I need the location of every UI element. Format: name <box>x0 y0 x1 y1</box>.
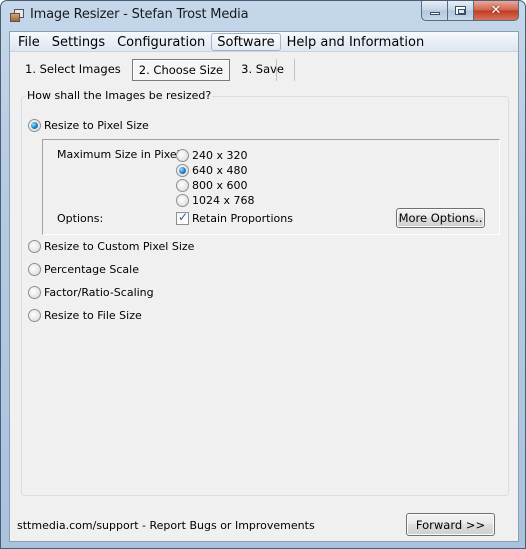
group-legend: How shall the Images be resized? <box>26 89 213 102</box>
size-option-640x480[interactable]: 640 x 480 <box>176 164 248 177</box>
size-label: 240 x 320 <box>192 149 248 162</box>
more-options-button[interactable]: More Options.. <box>396 208 485 228</box>
app-icon <box>9 8 25 23</box>
caption-buttons: ✕ <box>421 1 519 21</box>
maximize-icon <box>455 6 466 15</box>
radio-icon[interactable] <box>28 240 41 253</box>
client-area: File Settings Configuration Software Hel… <box>9 31 519 542</box>
forward-button[interactable]: Forward >> <box>406 513 495 536</box>
pixel-size-panel: Maximum Size in Pixels: 240 x 320 640 x … <box>42 139 500 235</box>
tab-choose-size[interactable]: 2. Choose Size <box>131 59 231 81</box>
minimize-icon <box>429 12 440 15</box>
close-icon: ✕ <box>490 3 502 18</box>
menu-configuration[interactable]: Configuration <box>111 33 211 51</box>
size-option-800x600[interactable]: 800 x 600 <box>176 179 248 192</box>
mode-pixel-size[interactable]: Resize to Pixel Size <box>28 119 149 132</box>
close-button[interactable]: ✕ <box>474 1 519 21</box>
resize-groupbox: How shall the Images be resized? Resize … <box>21 89 509 496</box>
mode-label: Resize to File Size <box>44 309 142 322</box>
menu-file[interactable]: File <box>12 33 46 51</box>
menu-help[interactable]: Help and Information <box>281 33 431 51</box>
mode-factor-ratio-scaling[interactable]: Factor/Ratio-Scaling <box>28 286 154 299</box>
radio-icon[interactable] <box>28 263 41 276</box>
app-window: Image Resizer - Stefan Trost Media ✕ Fil… <box>0 0 526 549</box>
radio-icon[interactable] <box>28 309 41 322</box>
size-option-240x320[interactable]: 240 x 320 <box>176 149 248 162</box>
mode-label: Resize to Custom Pixel Size <box>44 240 195 253</box>
radio-icon[interactable] <box>176 164 189 177</box>
radio-icon[interactable] <box>176 194 189 207</box>
size-label: 800 x 600 <box>192 179 248 192</box>
mode-percentage-scale[interactable]: Percentage Scale <box>28 263 139 276</box>
mode-file-size[interactable]: Resize to File Size <box>28 309 142 322</box>
window-title: Image Resizer - Stefan Trost Media <box>30 7 249 22</box>
menu-settings[interactable]: Settings <box>46 33 111 51</box>
max-size-label: Maximum Size in Pixels: <box>57 148 190 161</box>
radio-icon[interactable] <box>176 149 189 162</box>
support-link[interactable]: sttmedia.com/support - Report Bugs or Im… <box>17 519 315 532</box>
title-bar[interactable]: Image Resizer - Stefan Trost Media ✕ <box>1 1 525 31</box>
tab-save[interactable]: 3. Save <box>235 59 295 81</box>
step-tabs: 1. Select Images 2. Choose Size 3. Save <box>18 59 295 81</box>
minimize-button[interactable] <box>421 1 448 21</box>
tab-select-images[interactable]: 1. Select Images <box>18 59 127 81</box>
size-option-1024x768[interactable]: 1024 x 768 <box>176 194 255 207</box>
radio-icon[interactable] <box>176 179 189 192</box>
mode-custom-pixel-size[interactable]: Resize to Custom Pixel Size <box>28 240 194 253</box>
menu-bar: File Settings Configuration Software Hel… <box>10 32 518 52</box>
mode-label: Resize to Pixel Size <box>44 119 149 132</box>
radio-icon[interactable] <box>28 286 41 299</box>
options-label: Options: <box>57 212 104 225</box>
tab-separator <box>276 59 277 81</box>
retain-proportions-label: Retain Proportions <box>192 212 293 225</box>
size-label: 640 x 480 <box>192 164 248 177</box>
radio-icon[interactable] <box>28 119 41 132</box>
mode-label: Factor/Ratio-Scaling <box>44 286 154 299</box>
retain-proportions-checkbox[interactable]: Retain Proportions <box>176 210 293 225</box>
maximize-button[interactable] <box>448 1 474 21</box>
size-label: 1024 x 768 <box>192 194 255 207</box>
checkbox-icon[interactable] <box>176 210 189 225</box>
mode-label: Percentage Scale <box>44 263 139 276</box>
menu-software[interactable]: Software <box>211 32 281 51</box>
